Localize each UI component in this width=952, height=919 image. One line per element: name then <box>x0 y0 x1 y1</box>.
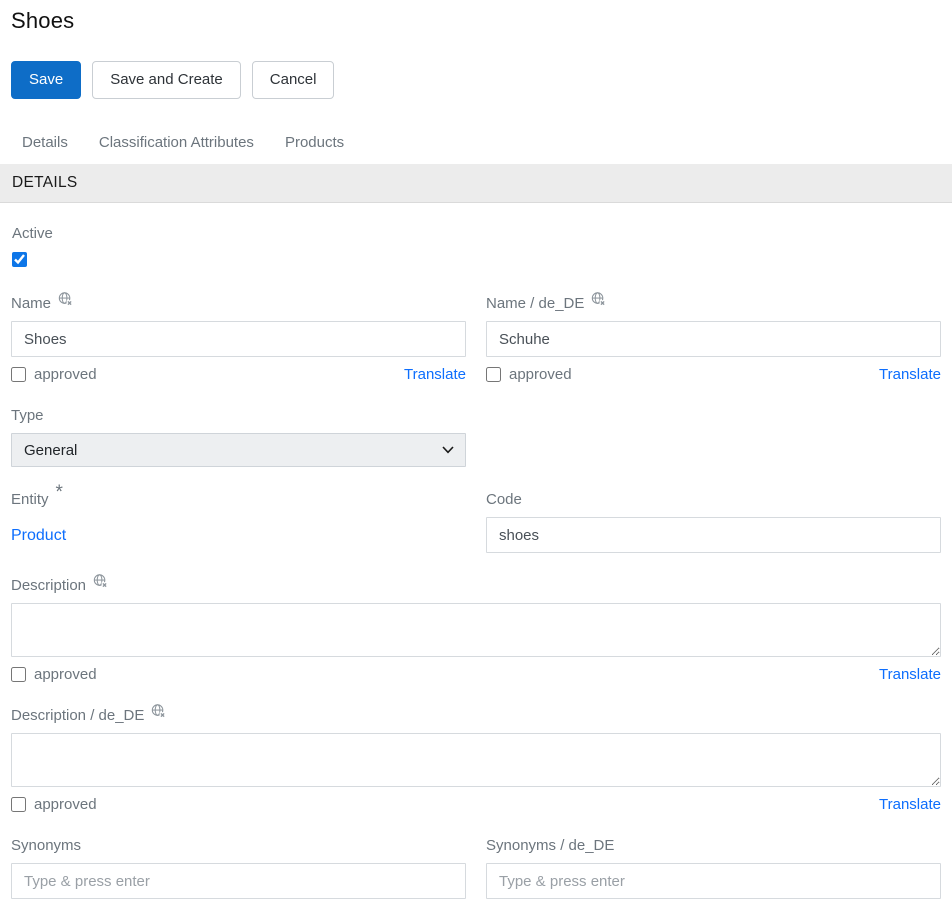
tab-details[interactable]: Details <box>22 134 68 151</box>
description-de-approved-checkbox[interactable] <box>11 797 26 812</box>
type-label: Type <box>11 407 466 424</box>
field-description-de: Description / de_DE approved Translate <box>11 707 941 813</box>
description-approve-row: approved Translate <box>11 666 941 683</box>
tab-products[interactable]: Products <box>285 134 344 151</box>
tab-classification-attributes[interactable]: Classification Attributes <box>99 134 254 151</box>
name-approved-checkbox[interactable] <box>11 367 26 382</box>
field-description: Description approved Translate <box>11 577 941 683</box>
required-asterisk: * <box>56 488 63 498</box>
synonyms-de-label: Synonyms / de_DE <box>486 837 941 854</box>
name-de-label: Name / de_DE <box>486 295 941 312</box>
row-type: Type General <box>11 407 941 467</box>
code-input[interactable] <box>486 517 941 553</box>
name-approve-row: approved Translate <box>11 366 466 383</box>
globe-untranslated-icon <box>591 291 606 307</box>
name-de-input[interactable] <box>486 321 941 357</box>
name-de-approved-checkbox[interactable] <box>486 367 501 382</box>
type-select-wrap: General <box>11 433 466 467</box>
row-description-de: Description / de_DE approved Translate <box>11 707 941 813</box>
field-active: Active <box>12 225 940 271</box>
field-entity: Entity * Product <box>11 491 466 553</box>
field-code: Code <box>486 491 941 553</box>
description-de-textarea[interactable] <box>11 733 941 787</box>
globe-untranslated-icon <box>58 291 73 307</box>
approved-label: approved <box>509 366 572 383</box>
page: Shoes Save Save and Create Cancel Detail… <box>0 0 952 919</box>
description-de-label: Description / de_DE <box>11 707 941 724</box>
code-label: Code <box>486 491 941 508</box>
name-approved[interactable]: approved <box>11 366 97 383</box>
cancel-button[interactable]: Cancel <box>252 61 335 99</box>
spacer <box>486 407 941 467</box>
row-synonyms: Synonyms Synonyms / de_DE <box>11 837 941 899</box>
synonyms-de-input[interactable] <box>486 863 941 899</box>
save-and-create-button[interactable]: Save and Create <box>92 61 241 99</box>
row-description: Description approved Translate <box>11 577 941 683</box>
description-approved[interactable]: approved <box>11 666 97 683</box>
synonyms-label: Synonyms <box>11 837 466 854</box>
active-label: Active <box>12 225 940 242</box>
approved-label: approved <box>34 366 97 383</box>
toolbar: Save Save and Create Cancel <box>11 61 941 99</box>
page-title: Shoes <box>11 8 941 34</box>
name-input[interactable] <box>11 321 466 357</box>
field-type: Type General <box>11 407 466 467</box>
globe-untranslated-icon <box>93 573 108 589</box>
description-textarea[interactable] <box>11 603 941 657</box>
field-name-de: Name / de_DE approved Translate <box>486 295 941 383</box>
description-de-approve-row: approved Translate <box>11 796 941 813</box>
field-synonyms: Synonyms <box>11 837 466 899</box>
description-translate-link[interactable]: Translate <box>879 666 941 683</box>
synonyms-input[interactable] <box>11 863 466 899</box>
name-translate-link[interactable]: Translate <box>404 366 466 383</box>
name-de-translate-link[interactable]: Translate <box>879 366 941 383</box>
field-name: Name approved Translate <box>11 295 466 383</box>
description-label: Description <box>11 577 941 594</box>
name-de-approved[interactable]: approved <box>486 366 572 383</box>
description-de-translate-link[interactable]: Translate <box>879 796 941 813</box>
tab-bar: Details Classification Attributes Produc… <box>11 134 941 151</box>
name-de-approve-row: approved Translate <box>486 366 941 383</box>
entity-product-link[interactable]: Product <box>11 527 66 545</box>
globe-untranslated-icon <box>151 703 166 719</box>
type-select[interactable]: General <box>11 433 466 467</box>
description-approved-checkbox[interactable] <box>11 667 26 682</box>
description-de-approved[interactable]: approved <box>11 796 97 813</box>
name-label: Name <box>11 295 466 312</box>
active-checkbox[interactable] <box>12 252 27 267</box>
row-entity-code: Entity * Product Code <box>11 491 941 553</box>
approved-label: approved <box>34 666 97 683</box>
section-header-details: DETAILS <box>0 164 952 203</box>
save-button[interactable]: Save <box>11 61 81 99</box>
approved-label: approved <box>34 796 97 813</box>
entity-label: Entity * <box>11 491 466 508</box>
field-synonyms-de: Synonyms / de_DE <box>486 837 941 899</box>
row-name: Name approved Translate Name / de_DE <box>11 295 941 383</box>
